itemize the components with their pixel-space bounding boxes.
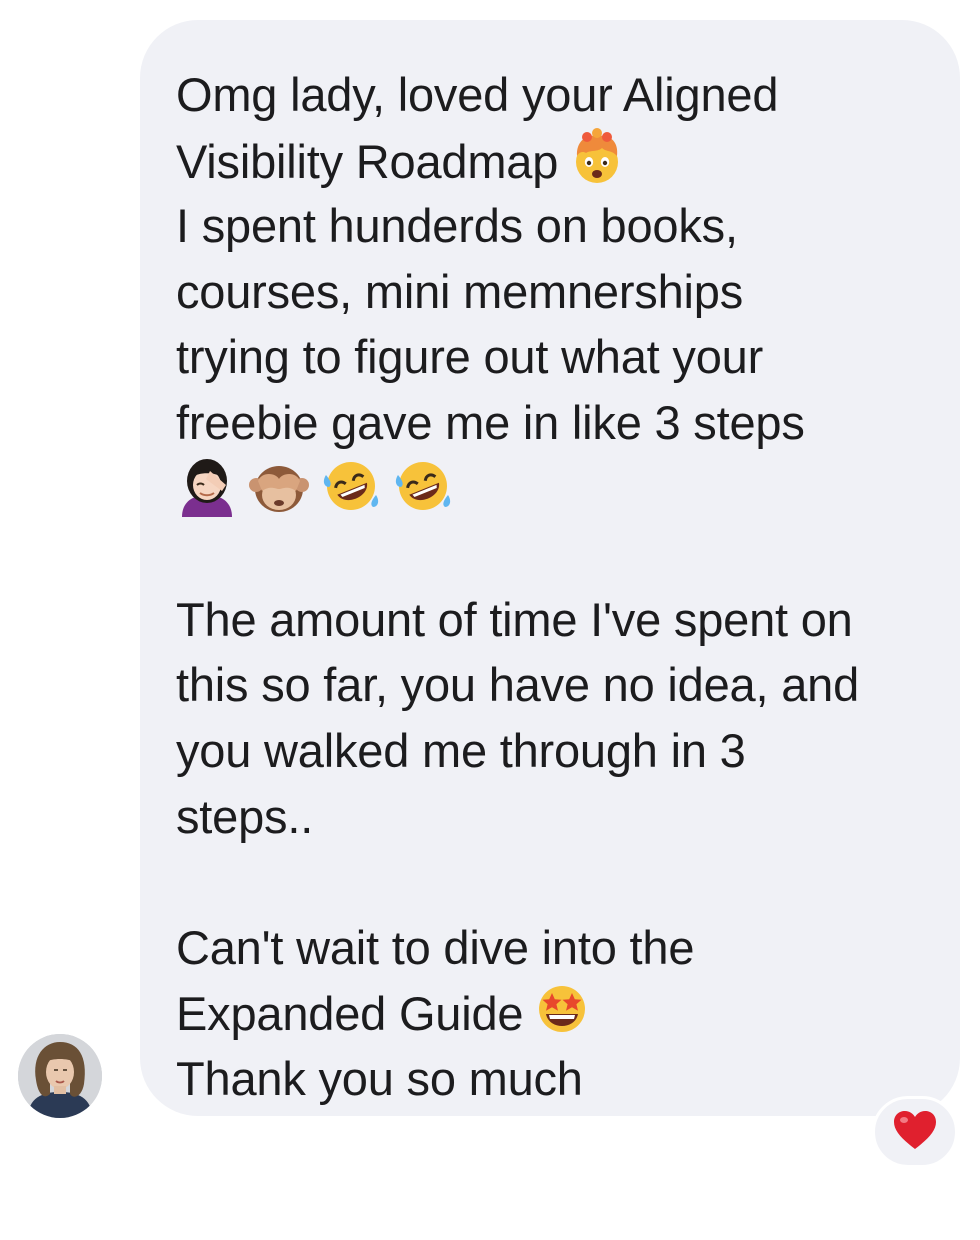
rolling-on-floor-laughing-emoji — [320, 455, 382, 522]
message-line: steps.. — [176, 789, 314, 843]
woman-facepalming-emoji — [176, 455, 238, 522]
message-line: Expanded Guide — [176, 980, 940, 1046]
message-line: I spent hunderds on books, — [176, 199, 738, 253]
message-line: you walked me through in 3 — [176, 723, 746, 777]
message-line: this so far, you have no idea, and — [176, 658, 860, 712]
message-line: courses, mini memnerships — [176, 264, 744, 318]
red-heart-icon — [892, 1109, 938, 1156]
rolling-on-floor-laughing-emoji — [392, 455, 454, 522]
conversation-view: Omg lady, loved your Aligned Visibility … — [0, 0, 980, 1240]
message-line: Thank you so much — [176, 1051, 583, 1105]
emoji-row — [176, 456, 940, 522]
received-message-bubble[interactable]: Omg lady, loved your Aligned Visibility … — [140, 20, 960, 1116]
sender-avatar[interactable] — [18, 1034, 102, 1118]
message-line: Can't wait to dive into the — [176, 920, 695, 974]
exploding-head-emoji — [568, 127, 626, 203]
message-reaction[interactable] — [872, 1096, 958, 1168]
message-line: freebie gave me in like 3 steps — [176, 395, 805, 449]
star-struck-emoji — [533, 980, 591, 1055]
message-line: Visibility Roadmap — [176, 127, 940, 194]
message-line: Omg lady, loved your Aligned — [176, 68, 779, 121]
message-line: The amount of time I've spent on — [176, 592, 853, 646]
see-no-evil-monkey-emoji — [248, 455, 310, 522]
message-line: trying to figure out what your — [176, 330, 764, 384]
